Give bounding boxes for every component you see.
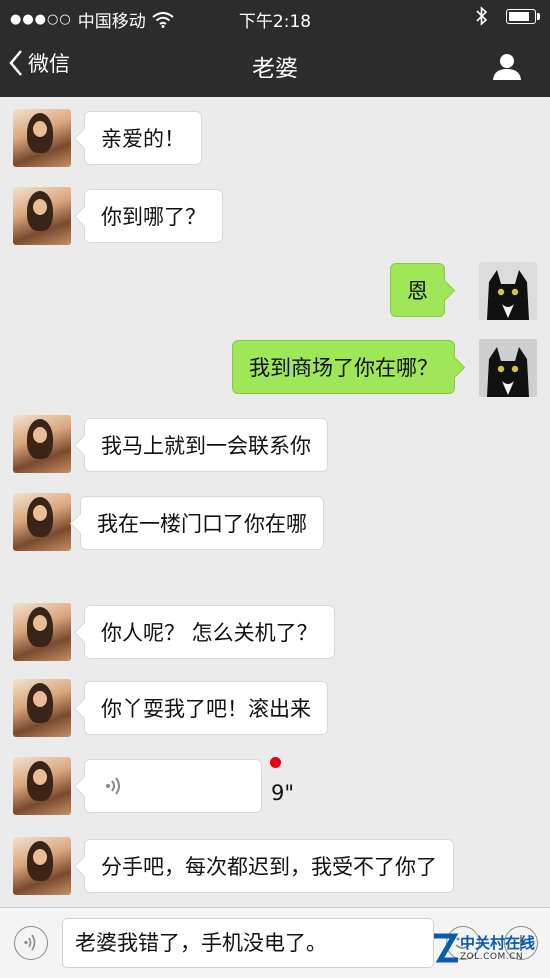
- wife-avatar[interactable]: [13, 837, 71, 895]
- chat-title: 老婆: [252, 56, 298, 82]
- status-bar: ●●●○○ 中国移动 下午2:18: [0, 0, 550, 34]
- message-input[interactable]: 老婆我错了，手机没电了。: [62, 918, 434, 968]
- nav-bar: 微信 老婆: [0, 34, 550, 97]
- message-bubble[interactable]: 你人呢？ 怎么关机了？: [84, 605, 335, 659]
- cat-icon: [479, 339, 537, 397]
- my-avatar[interactable]: [479, 339, 537, 397]
- zol-logo-icon: [434, 933, 459, 963]
- wife-avatar[interactable]: [13, 757, 71, 815]
- status-right: [476, 6, 540, 26]
- battery-fill: [509, 11, 530, 21]
- voice-message-bubble[interactable]: [84, 759, 262, 813]
- watermark-domain: ZOL.COM.CN: [460, 952, 524, 962]
- wife-avatar[interactable]: [13, 415, 71, 473]
- message-bubble[interactable]: 分手吧，每次都迟到，我受不了你了: [84, 839, 454, 893]
- message-bubble[interactable]: 我到商场了你在哪？: [232, 340, 455, 394]
- message-bubble[interactable]: 我马上就到一会联系你: [84, 418, 328, 472]
- message-bubble[interactable]: 你到哪了？: [84, 189, 223, 243]
- voice-wave-icon: [106, 777, 120, 795]
- unread-dot: [270, 757, 281, 768]
- message-bubble[interactable]: 你丫耍我了吧！滚出来: [84, 681, 328, 735]
- voice-duration: 9": [271, 781, 295, 805]
- voice-input-icon: [24, 934, 36, 951]
- chat-area[interactable]: 亲爱的！ 你到哪了？ 恩 我到商场了你在哪？ 我马上就到一会联系你 我在一楼门口…: [0, 97, 550, 907]
- status-time: 下午2:18: [238, 12, 312, 32]
- bluetooth-icon: [476, 6, 488, 26]
- message-bubble[interactable]: 恩: [390, 263, 445, 317]
- battery-icon: [506, 8, 540, 24]
- wife-avatar[interactable]: [13, 187, 71, 245]
- wife-avatar[interactable]: [13, 603, 71, 661]
- zol-watermark: 中关村在线 ZOL.COM.CN: [432, 930, 544, 970]
- person-icon[interactable]: [492, 52, 522, 80]
- wife-avatar[interactable]: [13, 493, 71, 551]
- voice-input-button[interactable]: [14, 926, 48, 960]
- wife-avatar[interactable]: [13, 679, 71, 737]
- message-bubble[interactable]: 亲爱的！: [84, 111, 202, 165]
- cat-icon: [479, 262, 537, 320]
- message-bubble[interactable]: 我在一楼门口了你在哪: [80, 496, 324, 550]
- wife-avatar[interactable]: [13, 109, 71, 167]
- watermark-brand: 中关村在线: [460, 934, 536, 952]
- my-avatar[interactable]: [479, 262, 537, 320]
